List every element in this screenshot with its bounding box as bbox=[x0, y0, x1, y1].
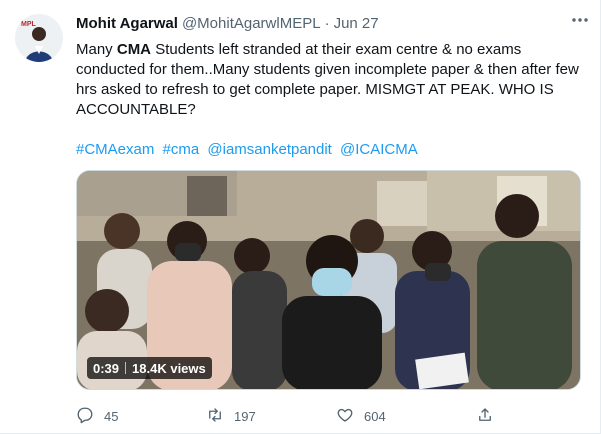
text-prefix: Many bbox=[76, 41, 117, 58]
retweet-icon bbox=[206, 406, 224, 427]
avatar[interactable]: MPL bbox=[15, 14, 63, 62]
author-name[interactable]: Mohit Agarwal bbox=[76, 14, 178, 34]
action-bar: 45 197 604 bbox=[76, 406, 581, 427]
hashtag-row: #CMAexam #cma @iamsanketpandit @ICAICMA bbox=[76, 140, 581, 160]
reply-count: 45 bbox=[104, 409, 119, 424]
mention-iamsanketpandit[interactable]: @iamsanketpandit bbox=[207, 141, 331, 158]
hashtag-cma[interactable]: #cma bbox=[163, 141, 200, 158]
separator-dot: · bbox=[324, 15, 330, 32]
avatar-badge-text: MPL bbox=[21, 21, 37, 28]
reply-button[interactable]: 45 bbox=[76, 406, 206, 427]
tweet-content: Mohit Agarwal @MohitAgarwlMEPL · Jun 27 … bbox=[76, 14, 581, 424]
like-button[interactable]: 604 bbox=[336, 406, 476, 427]
mention-icaicma[interactable]: @ICAICMA bbox=[340, 141, 418, 158]
tweet-header: Mohit Agarwal @MohitAgarwlMEPL · Jun 27 bbox=[76, 14, 581, 34]
reply-icon bbox=[76, 406, 94, 427]
video-stats-badge: 0:39 18.4K views bbox=[87, 357, 212, 379]
text-rest: Students left stranded at their exam cen… bbox=[76, 41, 579, 118]
share-button[interactable] bbox=[476, 406, 494, 427]
like-count: 604 bbox=[364, 409, 386, 424]
badge-divider bbox=[125, 362, 127, 374]
text-bold-cma: CMA bbox=[116, 41, 152, 58]
author-handle[interactable]: @MohitAgarwlMEPL bbox=[182, 14, 321, 34]
tweet-text: Many CMA Students left stranded at their… bbox=[76, 40, 581, 120]
retweet-button[interactable]: 197 bbox=[206, 406, 336, 427]
share-icon bbox=[476, 406, 494, 427]
avatar-image: MPL bbox=[15, 14, 63, 62]
like-icon bbox=[336, 406, 354, 427]
tweet-card[interactable]: MPL Mohit Agarwal @MohitAgarwlMEPL · Jun… bbox=[0, 0, 601, 434]
retweet-count: 197 bbox=[234, 409, 256, 424]
tweet-time[interactable]: Jun 27 bbox=[334, 14, 379, 34]
hashtag-cmaexam[interactable]: #CMAexam bbox=[76, 141, 154, 158]
video-views: 18.4K views bbox=[132, 360, 206, 376]
video-duration: 0:39 bbox=[93, 360, 120, 376]
video-player[interactable]: 0:39 18.4K views bbox=[76, 170, 581, 390]
